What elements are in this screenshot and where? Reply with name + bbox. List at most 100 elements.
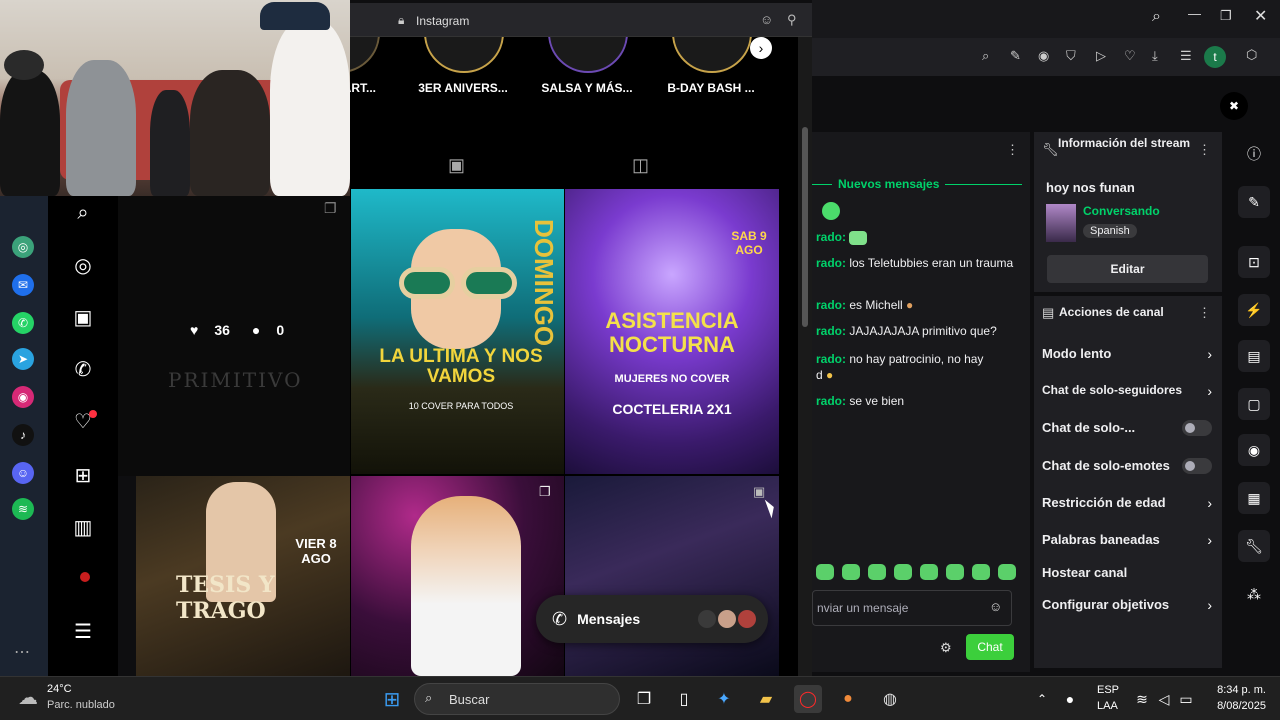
weather-icon[interactable]: ☁ (18, 685, 38, 710)
discord-icon[interactable]: ☺ (12, 462, 34, 484)
app-icon[interactable]: ◍ (876, 685, 904, 713)
post-tile-domingo[interactable]: DOMINGO LA ULTIMA Y NOS VAMOS 10 COVER P… (351, 189, 564, 474)
telegram-icon[interactable]: ➤ (12, 348, 34, 370)
tiktok-icon[interactable]: ♪ (12, 424, 34, 446)
pin-icon[interactable]: ✖ (1220, 92, 1248, 120)
panel-options-icon[interactable]: ⋮ (1198, 305, 1211, 321)
scrollbar-thumb[interactable] (802, 127, 808, 327)
messenger-icon[interactable]: ✉ (12, 274, 34, 296)
task-view-icon[interactable]: ❐ (630, 685, 658, 713)
clock-date[interactable]: 8/08/2025 (1206, 700, 1266, 712)
layout-icon[interactable]: ▦ (1238, 482, 1270, 514)
chat-options-icon[interactable]: ⋮ (1006, 142, 1019, 158)
subs-only-toggle[interactable] (1182, 420, 1212, 436)
start-button[interactable]: ⊞ (378, 685, 406, 713)
profile-avatar[interactable]: t (1204, 46, 1226, 68)
search-icon[interactable]: ⌕ (70, 200, 96, 226)
tagged-tab-icon[interactable]: ◫ (632, 155, 649, 176)
taskbar-search[interactable]: ⌕ Buscar (414, 683, 620, 715)
post-tile-tesis[interactable]: TESIS Y TRAGO VIER 8 AGO (136, 476, 350, 676)
shield-icon[interactable]: ⛉ (1066, 48, 1076, 64)
emote-picker-icon[interactable]: ☺ (989, 599, 1002, 614)
wrench-icon[interactable]: 🔧︎ (1238, 530, 1270, 562)
action-banned-words[interactable]: Palabras baneadas › (1034, 532, 1222, 554)
highlight-story[interactable] (548, 37, 628, 73)
instagram-icon[interactable]: ◉ (12, 386, 34, 408)
chat-icon[interactable]: ▢ (1238, 388, 1270, 420)
app-icon[interactable]: ✦ (710, 685, 738, 713)
tag-badge[interactable]: Spanish (1083, 224, 1137, 238)
send-chat-button[interactable]: Chat (966, 634, 1014, 660)
emote[interactable] (946, 564, 964, 580)
minimize-icon[interactable]: — (1188, 6, 1201, 21)
action-followers-only[interactable]: Chat de solo-seguidores › (1034, 383, 1222, 405)
emote[interactable] (920, 564, 938, 580)
notes-icon[interactable]: ▤ (1238, 340, 1270, 372)
emote[interactable] (894, 564, 912, 580)
camera-icon[interactable]: ◉ (1038, 48, 1049, 64)
post-tile-asistencia[interactable]: SAB 9 AGO ASISTENCIA NOCTURNA MUJERES NO… (565, 189, 779, 474)
broadcast-icon[interactable]: ◉ (1238, 434, 1270, 466)
language-code[interactable]: ESP (1097, 684, 1119, 696)
post-tile-primitivo[interactable]: ❐ PRIMITIVO ♥ 36 ● 0 (118, 196, 350, 476)
insights-icon[interactable]: ▥ (70, 514, 96, 540)
reels-tab-icon[interactable]: ▣ (448, 155, 465, 176)
explore-icon[interactable]: ◎ (70, 252, 96, 278)
chevron-up-icon[interactable]: ⌃ (1028, 685, 1056, 713)
search-icon[interactable]: ⌕ (1152, 8, 1161, 26)
chatgpt-icon[interactable]: ◎ (12, 236, 34, 258)
emoji-icon[interactable]: ☺ (760, 12, 773, 27)
emote[interactable] (998, 564, 1016, 580)
extensions-icon[interactable]: ⬡ (1246, 47, 1257, 63)
clock-time[interactable]: 8:34 p. m. (1206, 684, 1266, 696)
emotes-only-toggle[interactable] (1182, 458, 1212, 474)
chat-input[interactable]: nviar un mensaje ☺ (812, 590, 1012, 626)
profile-dot[interactable] (80, 572, 90, 582)
action-age-restriction[interactable]: Restricción de edad › (1034, 495, 1222, 517)
scrollbar[interactable] (798, 37, 812, 676)
highlight-story[interactable] (424, 37, 504, 73)
pin-icon[interactable]: ⚲ (787, 12, 797, 28)
settings-icon[interactable]: ⚙ (940, 640, 952, 656)
file-explorer-icon[interactable]: ▰ (752, 685, 780, 713)
menu-icon[interactable]: ☰ (1180, 48, 1192, 64)
download-icon[interactable]: ⤓ (1152, 48, 1158, 64)
spotify-icon[interactable]: ≋ (12, 498, 34, 520)
emote[interactable] (868, 564, 886, 580)
messages-pill[interactable]: ✆ Mensajes (536, 595, 768, 643)
microphone-icon[interactable]: ● (1056, 685, 1084, 713)
category-link[interactable]: Conversando (1083, 204, 1160, 218)
heart-icon[interactable]: ♡ (1124, 48, 1136, 64)
panel-options-icon[interactable]: ⋮ (1198, 142, 1211, 158)
post-tile-photo[interactable]: ❐ (351, 476, 564, 676)
clip-icon[interactable]: ⊡ (1238, 246, 1270, 278)
edit-icon[interactable]: ✎ (1238, 186, 1270, 218)
more-icon[interactable]: ⋯ (14, 642, 30, 662)
microphone-app-icon[interactable]: ● (834, 685, 862, 713)
action-set-goals[interactable]: Configurar objetivos › (1034, 597, 1222, 619)
whatsapp-icon[interactable]: ✆ (12, 312, 34, 334)
lightning-icon[interactable]: ⚡ (1238, 294, 1270, 326)
play-icon[interactable]: ▷ (1096, 48, 1106, 64)
opera-icon[interactable]: ◯ (794, 685, 822, 713)
close-icon[interactable]: ✕ (1254, 6, 1267, 26)
battery-icon[interactable]: ▭ (1172, 685, 1200, 713)
highlight-story[interactable] (672, 37, 752, 73)
post-tile-club[interactable]: ▣ (565, 476, 779, 676)
highlight-story[interactable] (350, 37, 380, 73)
restore-icon[interactable]: ❐ (1220, 8, 1232, 24)
emote[interactable] (972, 564, 990, 580)
emote[interactable] (842, 564, 860, 580)
menu-icon[interactable]: ☰ (70, 618, 96, 644)
keyboard-layout[interactable]: LAA (1097, 700, 1118, 712)
zoom-icon[interactable]: ⌕ (982, 48, 989, 64)
messenger-icon[interactable]: ✆ (70, 356, 96, 382)
reels-icon[interactable]: ▣ (70, 304, 96, 330)
edit-button[interactable]: Editar (1047, 255, 1208, 283)
emote[interactable] (816, 564, 834, 580)
extensions-icon[interactable]: ⁂ (1238, 578, 1270, 610)
document-icon[interactable]: ▯ (670, 685, 698, 713)
action-host-channel[interactable]: Hostear canal (1034, 565, 1222, 587)
next-stories-button[interactable]: › (750, 37, 772, 59)
edit-icon[interactable]: ✎ (1010, 48, 1021, 64)
